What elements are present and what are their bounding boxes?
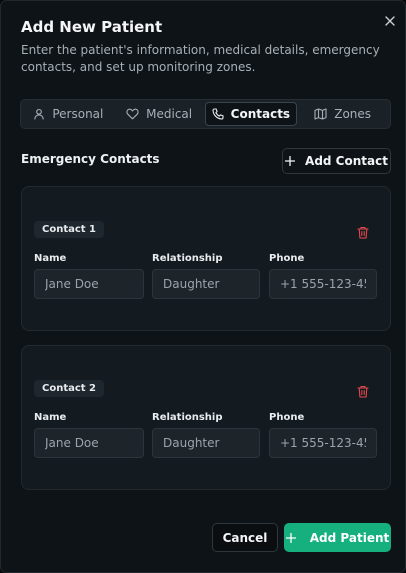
name-input[interactable] — [34, 269, 144, 299]
plus-icon — [285, 156, 296, 166]
heart-icon — [126, 108, 139, 120]
add-patient-dialog: Add New Patient Enter the patient's info… — [0, 0, 406, 573]
trash-icon[interactable] — [355, 383, 371, 399]
phone-input[interactable] — [269, 428, 377, 458]
tab-medical[interactable]: Medical — [114, 102, 205, 126]
name-label: Name — [34, 412, 67, 423]
relationship-input[interactable] — [152, 269, 260, 299]
phone-label: Phone — [269, 253, 305, 264]
relationship-input[interactable] — [152, 428, 260, 458]
contact-badge: Contact 2 — [34, 380, 105, 397]
trash-icon[interactable] — [355, 224, 371, 240]
contact-card: Contact 2 Name Relationship Phone — [21, 345, 391, 490]
tab-label: Medical — [146, 107, 193, 121]
relationship-label: Relationship — [152, 412, 223, 423]
close-icon[interactable] — [382, 13, 398, 29]
name-label: Name — [34, 253, 67, 264]
contact-badge: Contact 1 — [34, 221, 105, 238]
plus-icon — [285, 532, 296, 543]
tab-label: Zones — [334, 107, 372, 121]
tab-bar: Personal Medical Contacts Zones — [20, 99, 391, 129]
user-icon — [34, 108, 45, 120]
add-contact-button[interactable]: Add Contact — [282, 148, 391, 174]
dialog-title: Add New Patient — [21, 18, 163, 36]
tab-personal[interactable]: Personal — [23, 102, 114, 126]
tab-contacts[interactable]: Contacts — [204, 102, 298, 126]
contact-card: Contact 1 Name Relationship Phone — [21, 186, 391, 331]
add-contact-label: Add Contact — [305, 154, 388, 168]
phone-label: Phone — [269, 412, 305, 423]
add-patient-button[interactable]: Add Patient — [284, 523, 391, 552]
tab-label: Contacts — [230, 107, 291, 121]
name-input[interactable] — [34, 428, 144, 458]
tab-label: Personal — [52, 107, 104, 121]
tab-zones[interactable]: Zones — [297, 102, 388, 126]
relationship-label: Relationship — [152, 253, 223, 264]
cancel-button[interactable]: Cancel — [212, 523, 278, 552]
dialog-description: Enter the patient's information, medical… — [21, 43, 380, 74]
add-patient-label: Add Patient — [309, 530, 390, 545]
phone-icon — [212, 108, 224, 120]
map-icon — [314, 108, 327, 120]
phone-input[interactable] — [269, 269, 377, 299]
section-title: Emergency Contacts — [21, 152, 160, 166]
